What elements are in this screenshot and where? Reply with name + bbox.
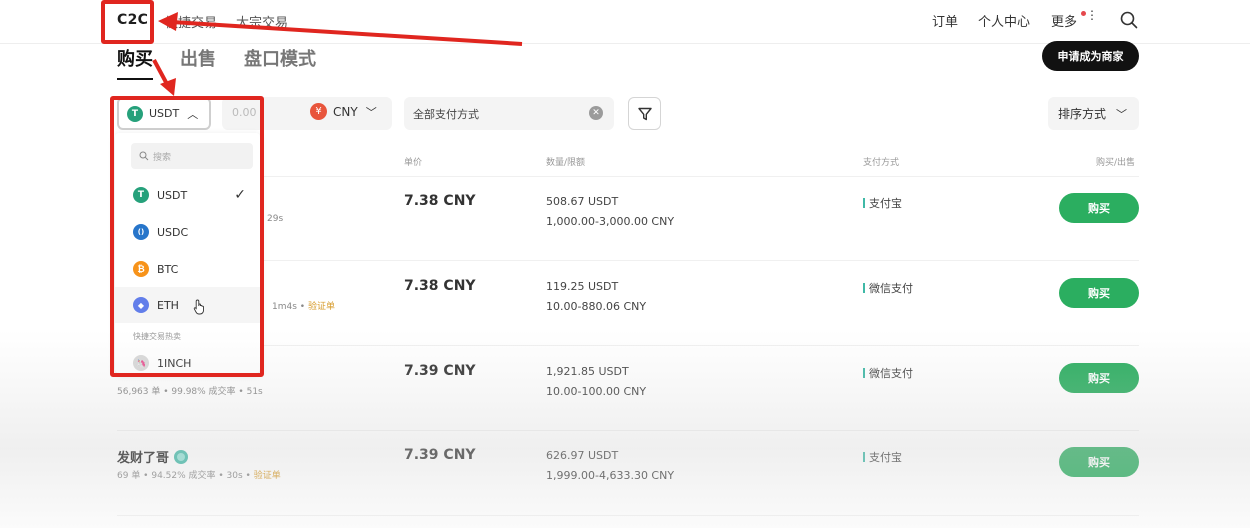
annotation-arrowhead-c2c [158, 12, 178, 31]
annotation-arrow-to-c2c [171, 20, 523, 46]
annotation-arrowhead-dropdown [160, 78, 176, 96]
annotation-arrows [152, 12, 523, 96]
